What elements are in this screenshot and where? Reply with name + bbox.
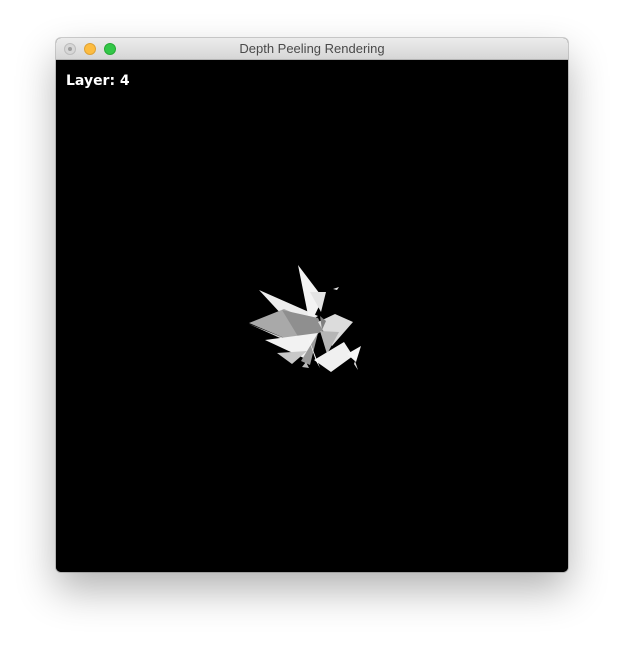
app-window: Depth Peeling Rendering Layer: 4: [56, 38, 568, 572]
render-viewport[interactable]: Layer: 4: [56, 60, 568, 572]
shard-13: [314, 342, 353, 372]
title-bar[interactable]: Depth Peeling Rendering: [56, 38, 568, 60]
shard-4: [333, 287, 339, 290]
window-title: Depth Peeling Rendering: [239, 41, 385, 56]
shard-15: [347, 346, 361, 362]
shard-16: [354, 361, 358, 370]
shard-9: [277, 351, 307, 364]
depth-peeled-geometry: [249, 265, 361, 372]
